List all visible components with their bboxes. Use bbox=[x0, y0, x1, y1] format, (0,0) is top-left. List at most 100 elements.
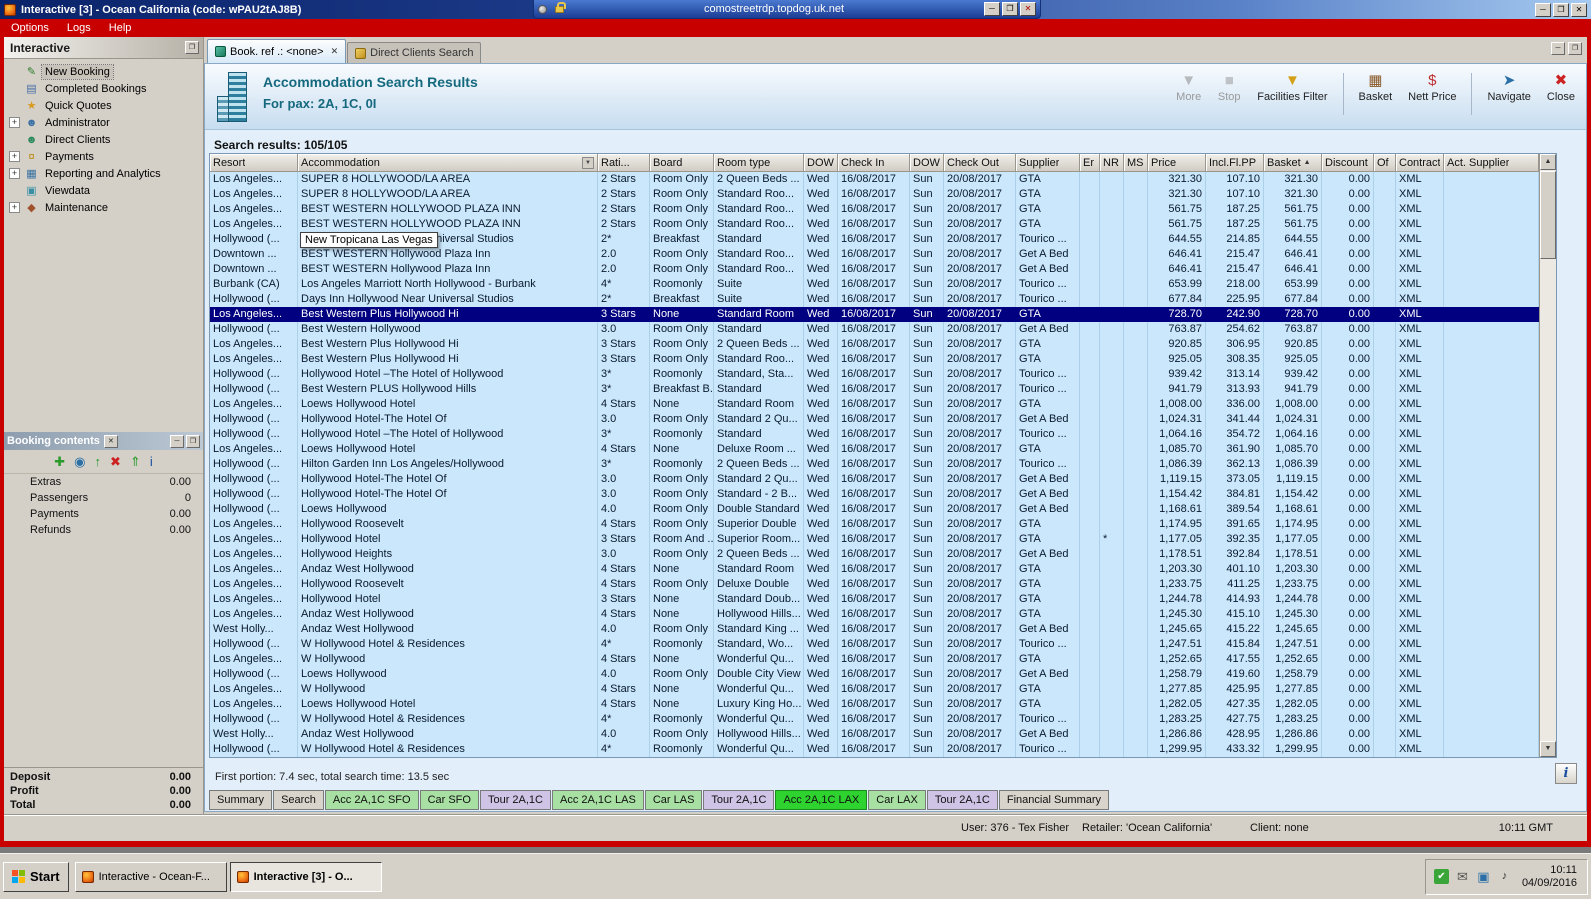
start-button[interactable]: Start bbox=[3, 861, 69, 892]
table-row[interactable]: Los Angeles... W Hollywood 4 Stars None Wond… bbox=[210, 652, 1539, 667]
table-row[interactable]: Hollywood (...Days Inn Hollywood Near Un… bbox=[210, 292, 1539, 307]
tab-book-ref-none[interactable]: Book. ref .: <none> ✕ bbox=[207, 39, 347, 63]
expander-icon[interactable]: + bbox=[9, 151, 20, 162]
column-header-board[interactable]: Board bbox=[650, 154, 714, 172]
panel-minimize-button[interactable]: ─ bbox=[1551, 42, 1565, 55]
scroll-up-icon[interactable]: ▲ bbox=[1540, 154, 1556, 170]
column-header-price[interactable]: Price bbox=[1148, 154, 1206, 172]
sidebar-item-payments[interactable]: + ¤ Payments bbox=[4, 148, 203, 165]
window-close-button[interactable]: ✕ bbox=[1571, 2, 1587, 17]
column-header-dow[interactable]: DOW bbox=[910, 154, 944, 172]
taskbar-button[interactable]: Interactive [3] - O... bbox=[229, 861, 382, 892]
bottom-tab-car-lax[interactable]: Car LAX bbox=[868, 790, 926, 810]
table-row[interactable]: Los Angeles... Best Western Plus Hollywoo… bbox=[210, 352, 1539, 367]
sidebar-item-administrator[interactable]: + ☻ Administrator bbox=[4, 114, 203, 131]
table-row[interactable]: Hollywood (... W Hollywood Hotel & Reside… bbox=[210, 742, 1539, 757]
bottom-tab-tour-2a-1c[interactable]: Tour 2A,1C bbox=[479, 790, 551, 810]
column-header-incl-fl-pp[interactable]: Incl.Fl.PP bbox=[1206, 154, 1264, 172]
booking-contents-restore-button[interactable]: ❐ bbox=[186, 434, 200, 448]
column-header-check-in[interactable]: Check In bbox=[838, 154, 910, 172]
table-row[interactable]: West Holly... Andaz West Hollywood 4.0 Room… bbox=[210, 727, 1539, 742]
sidebar-item-completed-bookings[interactable]: ▤ Completed Bookings bbox=[4, 80, 203, 97]
table-row[interactable]: Los Angeles... BEST WESTERN HOLLYWOOD PLA… bbox=[210, 217, 1539, 232]
table-row[interactable]: Hollywood (... Hollywood Hotel-The Hotel … bbox=[210, 472, 1539, 487]
table-row[interactable]: Los Angeles... Loews Hollywood Hotel 4 Sta… bbox=[210, 697, 1539, 712]
table-row[interactable]: Los Angeles... Best Western Plus Hollywoo… bbox=[210, 337, 1539, 352]
expander-icon[interactable]: + bbox=[9, 168, 20, 179]
column-header-rati[interactable]: Rati... bbox=[598, 154, 650, 172]
table-row[interactable]: Hollywood (... Best Western PLUS Hollywoo… bbox=[210, 382, 1539, 397]
display-icon[interactable]: ▣ bbox=[1476, 869, 1491, 884]
bottom-tab-car-sfo[interactable]: Car SFO bbox=[419, 790, 479, 810]
window-minimize-button[interactable]: ─ bbox=[1535, 2, 1551, 17]
bottom-tab-acc-2a-1c-lax[interactable]: Acc 2A,1C LAX bbox=[775, 790, 868, 810]
pin-icon[interactable] bbox=[538, 4, 547, 14]
status-ok-icon[interactable]: ✔ bbox=[1433, 869, 1449, 884]
table-row[interactable]: Downtown ... BEST WESTERN Hollywood Plaza… bbox=[210, 262, 1539, 277]
column-header-basket[interactable]: Basket ▲ bbox=[1264, 154, 1322, 172]
table-row[interactable]: Los Angeles... Hollywood Heights 3.0 Room O… bbox=[210, 547, 1539, 562]
booking-contents-minimize-button[interactable]: ─ bbox=[170, 434, 184, 448]
bottom-tab-tour-2a-1c[interactable]: Tour 2A,1C bbox=[703, 790, 775, 810]
filter-icon[interactable]: ▼ bbox=[582, 156, 594, 169]
column-header-ms[interactable]: MS bbox=[1124, 154, 1148, 172]
sidebar-item-direct-clients[interactable]: ☻ Direct Clients bbox=[4, 131, 203, 148]
scrollbar-thumb[interactable] bbox=[1540, 171, 1556, 259]
table-row[interactable]: Los Angeles... BEST WESTERN HOLLYWOOD PLA… bbox=[210, 202, 1539, 217]
column-header-er[interactable]: Er bbox=[1080, 154, 1100, 172]
nett-price-button[interactable]: $ Nett Price bbox=[1403, 70, 1461, 106]
column-header-supplier[interactable]: Supplier bbox=[1016, 154, 1080, 172]
table-row[interactable]: Hollywood (... W Hollywood Hotel & Reside… bbox=[210, 637, 1539, 652]
sidebar-collapse-button[interactable]: ❐ bbox=[185, 41, 199, 54]
table-row[interactable]: Los Angeles... Hollywood Roosevelt 4 Stars… bbox=[210, 577, 1539, 592]
table-row[interactable]: Los Angeles... Hollywood Hotel 3 Stars Room… bbox=[210, 532, 1539, 547]
table-row[interactable]: West Holly... Andaz West Hollywood 4.0 Room… bbox=[210, 622, 1539, 637]
bottom-tab-search[interactable]: Search bbox=[273, 790, 324, 810]
table-row[interactable]: Los Angeles... SUPER 8 HOLLYWOOD/LA AREA 2… bbox=[210, 187, 1539, 202]
table-row[interactable]: Los Angeles... W Hollywood 4 Stars None Wond… bbox=[210, 682, 1539, 697]
globe-icon[interactable]: ◉ bbox=[74, 454, 85, 469]
table-row[interactable]: Hollywood (... Loews Hollywood 4.0 Room Onl… bbox=[210, 667, 1539, 682]
booking-contents-close-icon[interactable]: ✕ bbox=[103, 434, 118, 448]
bottom-tab-tour-2a-1c[interactable]: Tour 2A,1C bbox=[926, 790, 998, 810]
column-header-discount[interactable]: Discount bbox=[1322, 154, 1374, 172]
facilities-filter-button[interactable]: ▼ Facilities Filter bbox=[1252, 70, 1332, 106]
mail-icon[interactable]: ✉ bbox=[1455, 869, 1470, 884]
table-row[interactable]: Los Angeles... Andaz West Hollywood 4 Star… bbox=[210, 562, 1539, 577]
window-maximize-button[interactable]: ❐ bbox=[1553, 2, 1569, 17]
vertical-scrollbar[interactable]: ▲ ▼ bbox=[1539, 154, 1556, 757]
taskbar-button[interactable]: Interactive - Ocean-F... bbox=[74, 861, 227, 892]
menu-item-options[interactable]: Options bbox=[2, 19, 58, 37]
column-header-nr[interactable]: NR bbox=[1100, 154, 1124, 172]
delete-icon[interactable]: ✖ bbox=[110, 454, 121, 469]
rdp-minimize-button[interactable]: ─ bbox=[984, 2, 1000, 16]
table-row[interactable]: Hollywood (... Hilton Garden Inn Los Ange… bbox=[210, 457, 1539, 472]
table-row[interactable]: Downtown ... BEST WESTERN Hollywood Plaza… bbox=[210, 247, 1539, 262]
table-row[interactable]: Los Angeles... Best Western Plus Hollywoo… bbox=[210, 307, 1539, 322]
table-row[interactable]: Hollywood (... W Hollywood Hotel & Reside… bbox=[210, 712, 1539, 727]
table-row[interactable]: Los Angeles... Andaz West Hollywood 4 Star… bbox=[210, 607, 1539, 622]
bottom-tab-acc-2a-1c-sfo[interactable]: Acc 2A,1C SFO bbox=[324, 790, 419, 810]
table-row[interactable]: Hollywood (... Best Western Hollywood 3.0 R… bbox=[210, 322, 1539, 337]
table-row[interactable]: Hollywood (... Loews Hollywood 4.0 Room Onl… bbox=[210, 502, 1539, 517]
column-header-accommodation[interactable]: Accommodation ▼ bbox=[298, 154, 598, 172]
rdp-restore-button[interactable]: ❐ bbox=[1002, 2, 1018, 16]
expander-icon[interactable]: + bbox=[9, 202, 20, 213]
info-icon[interactable]: i bbox=[150, 454, 153, 469]
table-row[interactable]: Burbank (CA) Los Angeles Marriott North H… bbox=[210, 277, 1539, 292]
bottom-tab-summary[interactable]: Summary bbox=[209, 790, 273, 810]
sidebar-item-viewdata[interactable]: ▣ Viewdata bbox=[4, 182, 203, 199]
column-header-act-supplier[interactable]: Act. Supplier bbox=[1444, 154, 1539, 172]
basket-button[interactable]: ▦ Basket bbox=[1354, 70, 1398, 106]
bottom-tab-financial-summary[interactable]: Financial Summary bbox=[998, 790, 1110, 810]
table-row[interactable]: Los Angeles... Hollywood Hotel 3 Stars None… bbox=[210, 592, 1539, 607]
sidebar-item-reporting-and-analytics[interactable]: + ▦ Reporting and Analytics bbox=[4, 165, 203, 182]
add-icon[interactable]: ✚ bbox=[54, 454, 65, 469]
bottom-tab-car-las[interactable]: Car LAS bbox=[644, 790, 703, 810]
table-row[interactable]: Los Angeles... SUPER 8 HOLLYWOOD/LA AREA 2… bbox=[210, 172, 1539, 187]
column-header-of[interactable]: Of bbox=[1374, 154, 1396, 172]
close-button[interactable]: ✖ Close bbox=[1542, 70, 1580, 106]
table-row[interactable]: Los Angeles... Loews Hollywood Hotel 4 Sta… bbox=[210, 397, 1539, 412]
table-row[interactable]: Hollywood (... Hollywood Hotel –The Hotel… bbox=[210, 367, 1539, 382]
table-row[interactable]: Hollywood (... Hollywood Hotel-The Hotel … bbox=[210, 487, 1539, 502]
